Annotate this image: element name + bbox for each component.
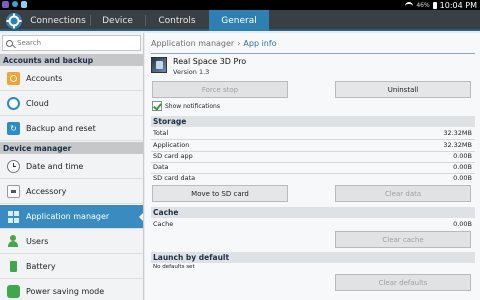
sidebar-item-accessory[interactable]: Accessory [0, 180, 143, 204]
sidebar-item-cloud[interactable]: Cloud [0, 92, 143, 116]
sidebar-item-label: Accounts [26, 74, 63, 83]
cache-label: Cache [153, 220, 174, 228]
storage-value: 0.00B [453, 152, 472, 160]
settings-gear-icon[interactable] [5, 12, 23, 30]
storage-value: 32.32MB [443, 141, 472, 149]
storage-row-total: Total 32.32MB [153, 129, 472, 138]
sidebar-item-users[interactable]: Users [0, 230, 143, 254]
sidebar-item-power-saving-mode[interactable]: Power saving mode [0, 280, 143, 300]
tab-controls[interactable]: Controls [145, 10, 209, 31]
settings-tab-bar: Connections Device Controls General [0, 10, 480, 31]
sidebar-item-label: Power saving mode [26, 287, 105, 296]
tab-device[interactable]: Device [90, 10, 145, 31]
storage-label: SD card data [153, 174, 196, 182]
sidebar-item-battery[interactable]: Battery [0, 255, 143, 279]
notification-app-icon [2, 1, 9, 8]
show-notifications-label: Show notifications [165, 102, 220, 110]
sidebar-item-application-manager[interactable]: Application manager [0, 205, 143, 229]
search-icon [6, 39, 13, 47]
section-device-manager: Device manager [0, 142, 143, 154]
clear-defaults-button[interactable]: Clear defaults [335, 274, 471, 291]
show-notifications-checkbox[interactable] [152, 101, 162, 111]
clock-icon [7, 160, 20, 173]
settings-sidebar: Search Accounts and backup Accounts Clou… [0, 33, 144, 300]
notification-sync-icon [12, 1, 18, 7]
app-info-panel: Application manager › App info Real Spac… [145, 33, 480, 300]
uninstall-button[interactable]: Uninstall [335, 81, 471, 98]
power-saving-icon [7, 285, 20, 298]
launch-by-default-header: Launch by default [151, 252, 475, 263]
storage-header: Storage [151, 116, 475, 127]
search-input[interactable]: Search [2, 35, 141, 51]
sidebar-item-accounts[interactable]: Accounts [0, 67, 143, 91]
cloud-icon [7, 97, 20, 110]
sidebar-item-date-and-time[interactable]: Date and time [0, 155, 143, 179]
storage-row-sd-card-app: SD card app 0.00B [153, 152, 472, 161]
storage-value: 0.00B [453, 163, 472, 171]
cache-value: 0.00B [453, 220, 472, 228]
storage-row-sd-card-data: SD card data 0.00B [153, 174, 472, 183]
storage-row-data: Data 0.00B [153, 163, 472, 172]
app-icon [151, 57, 167, 73]
storage-label: Application [153, 141, 190, 149]
accounts-icon [7, 72, 20, 85]
sidebar-item-label: Backup and reset [26, 124, 96, 133]
search-placeholder: Search [17, 39, 42, 47]
breadcrumb-separator: › [237, 39, 241, 48]
storage-label: Data [153, 163, 169, 171]
status-bar: 46% 10:04 PM [0, 0, 480, 10]
sidebar-item-label: Cloud [26, 99, 49, 108]
storage-label: SD card app [153, 152, 193, 160]
clock: 10:04 PM [439, 0, 477, 10]
app-version: Version 1.3 [173, 68, 210, 76]
cache-row: Cache 0.00B [153, 220, 472, 229]
header-divider [151, 53, 475, 54]
battery-icon [7, 260, 20, 273]
clear-data-button[interactable]: Clear data [335, 185, 471, 202]
breadcrumb-current: App info [243, 39, 277, 48]
tab-connections[interactable]: Connections [26, 10, 90, 31]
clear-cache-button[interactable]: Clear cache [335, 231, 471, 248]
storage-value: 32.32MB [443, 129, 472, 137]
apps-grid-icon [7, 210, 20, 223]
battery-percent: 46% [416, 1, 430, 9]
breadcrumb-parent[interactable]: Application manager [151, 39, 234, 48]
app-name: Real Space 3D Pro [173, 57, 247, 66]
wifi-icon [405, 2, 414, 8]
sidebar-item-label: Accessory [26, 187, 67, 196]
storage-value: 0.00B [453, 174, 472, 182]
backup-reset-icon: ↻ [7, 122, 20, 135]
sidebar-item-label: Battery [26, 262, 56, 271]
notification-usb-icon [21, 1, 27, 8]
move-to-sd-card-button[interactable]: Move to SD card [152, 185, 288, 202]
accessory-icon [7, 185, 20, 198]
sidebar-item-backup-and-reset[interactable]: ↻ Backup and reset [0, 117, 143, 141]
breadcrumb: Application manager › App info [151, 39, 277, 48]
sidebar-item-label: Date and time [26, 162, 84, 171]
storage-label: Total [153, 129, 169, 137]
show-notifications-row[interactable]: Show notifications [152, 101, 220, 111]
section-accounts-and-backup: Accounts and backup [0, 54, 143, 66]
force-stop-button[interactable]: Force stop [152, 81, 288, 98]
sidebar-item-label: Users [26, 237, 49, 246]
sidebar-item-label: Application manager [26, 212, 110, 221]
tab-general[interactable]: General [209, 10, 269, 31]
cache-header: Cache [151, 207, 475, 218]
notification-icons [2, 1, 27, 8]
users-icon [7, 235, 20, 248]
no-defaults-text: No defaults set [153, 264, 195, 270]
storage-row-application: Application 32.32MB [153, 141, 472, 150]
battery-status-icon [432, 1, 437, 9]
